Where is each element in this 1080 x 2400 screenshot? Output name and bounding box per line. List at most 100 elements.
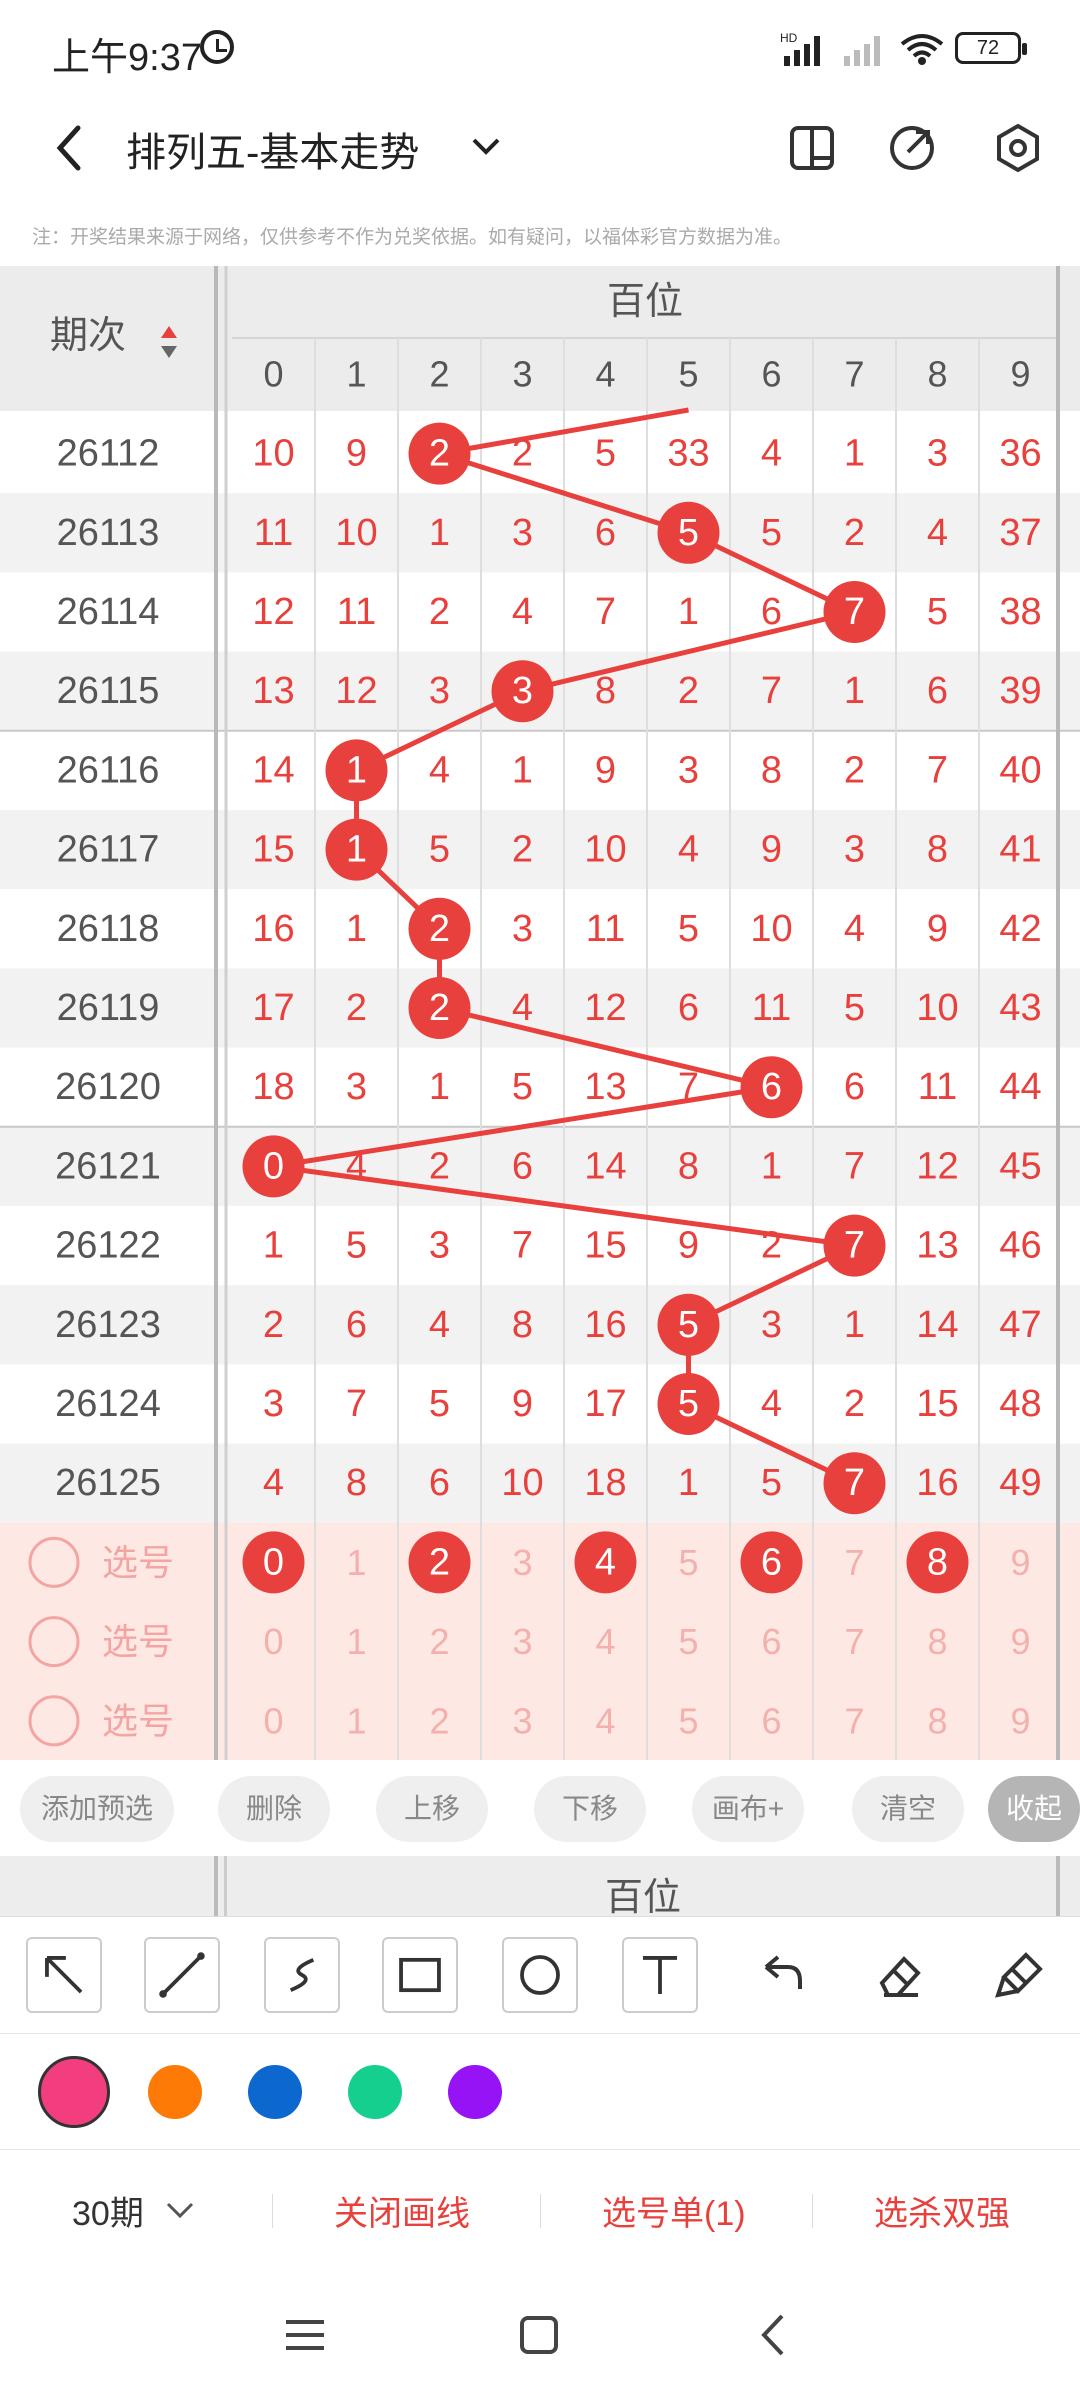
menu-icon[interactable]: [280, 2310, 330, 2360]
hit-number: 2: [429, 908, 450, 950]
miss-count: 2: [844, 512, 865, 554]
miss-count: 1: [844, 1304, 865, 1346]
layout-icon[interactable]: [782, 118, 842, 178]
action-button-0[interactable]: 添加预选: [20, 1776, 174, 1842]
miss-count: 43: [999, 987, 1041, 1029]
miss-count: 37: [999, 512, 1041, 554]
miss-count: 5: [595, 433, 616, 475]
miss-count: 6: [346, 1304, 367, 1346]
table-row-bg: [0, 572, 1080, 652]
line-tool-icon[interactable]: [144, 1937, 220, 2013]
select-number: 1: [346, 1542, 366, 1583]
action-button-6[interactable]: 收起: [988, 1776, 1080, 1842]
undo-icon[interactable]: [742, 1937, 818, 2013]
miss-count: 14: [584, 1145, 626, 1187]
miss-count: 1: [512, 749, 533, 791]
column-header-7: 7: [844, 354, 864, 395]
miss-count: 15: [584, 1225, 626, 1267]
pick-list-button[interactable]: 选号单(1): [602, 2186, 746, 2235]
settings-icon[interactable]: [988, 118, 1048, 178]
page-title[interactable]: 排列五-基本走势: [126, 120, 419, 178]
share-icon[interactable]: [882, 118, 942, 178]
miss-count: 2: [844, 1383, 865, 1425]
miss-count: 3: [512, 908, 533, 950]
select-number: 7: [844, 1542, 864, 1583]
period-cell: 26118: [57, 908, 160, 950]
miss-count: 7: [346, 1383, 367, 1425]
chevron-down-icon[interactable]: [162, 2198, 198, 2222]
chevron-down-icon[interactable]: [466, 126, 506, 166]
miss-count: 18: [252, 1066, 294, 1108]
miss-count: 5: [761, 1462, 782, 1504]
alarm-icon: [200, 30, 234, 64]
curve-tool-icon[interactable]: [264, 1937, 340, 2013]
kill-strong-button[interactable]: 选杀双强: [874, 2186, 1010, 2235]
period-cell: 26119: [57, 987, 160, 1029]
select-number: 8: [927, 1621, 947, 1662]
eraser-icon[interactable]: [862, 1937, 938, 2013]
clear-brush-icon[interactable]: [982, 1937, 1058, 2013]
miss-count: 6: [429, 1462, 450, 1504]
select-number: 5: [678, 1542, 698, 1583]
miss-count: 6: [844, 1066, 865, 1108]
miss-count: 15: [916, 1383, 958, 1425]
back-icon[interactable]: [40, 118, 100, 178]
arrow-tool-icon[interactable]: [26, 1937, 102, 2013]
close-lines-button[interactable]: 关闭画线: [334, 2186, 470, 2235]
hit-number: 1: [346, 749, 367, 791]
text-tool-icon[interactable]: [622, 1937, 698, 2013]
selected-number: 4: [595, 1541, 616, 1583]
color-swatch-1[interactable]: [148, 2065, 202, 2119]
miss-count: 41: [999, 829, 1041, 871]
miss-count: 11: [586, 908, 625, 950]
select-number: 7: [844, 1700, 864, 1741]
color-swatch-0[interactable]: [38, 2056, 110, 2128]
select-number: 9: [1010, 1542, 1030, 1583]
period-cell: 26121: [55, 1145, 161, 1187]
action-button-5[interactable]: 清空: [852, 1776, 964, 1842]
action-button-4[interactable]: 画布+: [692, 1776, 804, 1842]
back-nav-icon[interactable]: [750, 2310, 800, 2360]
miss-count: 8: [595, 670, 616, 712]
miss-count: 2: [263, 1304, 284, 1346]
select-number: 3: [512, 1700, 532, 1741]
system-nav-bar: [0, 2280, 1080, 2400]
miss-count: 3: [761, 1304, 782, 1346]
action-button-1[interactable]: 删除: [218, 1776, 330, 1842]
color-swatch-4[interactable]: [448, 2065, 502, 2119]
table-row-bg: [0, 889, 1080, 969]
circle-tool-icon[interactable]: [502, 1937, 578, 2013]
select-number: 5: [678, 1700, 698, 1741]
column-header-2: 2: [429, 354, 449, 395]
period-cell: 26122: [55, 1225, 161, 1267]
miss-count: 44: [999, 1066, 1041, 1108]
miss-count: 10: [252, 433, 294, 475]
miss-count: 5: [429, 829, 450, 871]
miss-count: 4: [512, 987, 533, 1029]
miss-count: 17: [584, 1383, 626, 1425]
action-button-2[interactable]: 上移: [376, 1776, 488, 1842]
miss-count: 8: [346, 1462, 367, 1504]
miss-count: 40: [999, 749, 1041, 791]
miss-count: 1: [761, 1145, 782, 1187]
select-number: 1: [346, 1700, 366, 1741]
select-label: 选号: [102, 1621, 174, 1662]
miss-count: 4: [429, 749, 450, 791]
period-select[interactable]: 30期: [72, 2186, 144, 2235]
miss-count: 9: [346, 433, 367, 475]
miss-count: 13: [584, 1066, 626, 1108]
color-swatch-2[interactable]: [248, 2065, 302, 2119]
table-row-bg: [0, 414, 1080, 494]
rect-tool-icon[interactable]: [382, 1937, 458, 2013]
home-icon[interactable]: [514, 2310, 564, 2360]
action-button-3[interactable]: 下移: [534, 1776, 646, 1842]
hit-number: 7: [844, 1225, 865, 1267]
action-toolbar: 添加预选 删除 上移 下移 画布+ 清空 收起: [0, 1762, 1080, 1854]
miss-count: 7: [927, 749, 948, 791]
miss-count: 45: [999, 1145, 1041, 1187]
color-swatch-3[interactable]: [348, 2065, 402, 2119]
table-row-bg: [0, 810, 1080, 890]
miss-count: 7: [761, 670, 782, 712]
period-cell: 26113: [57, 512, 160, 554]
miss-count: 3: [678, 749, 699, 791]
